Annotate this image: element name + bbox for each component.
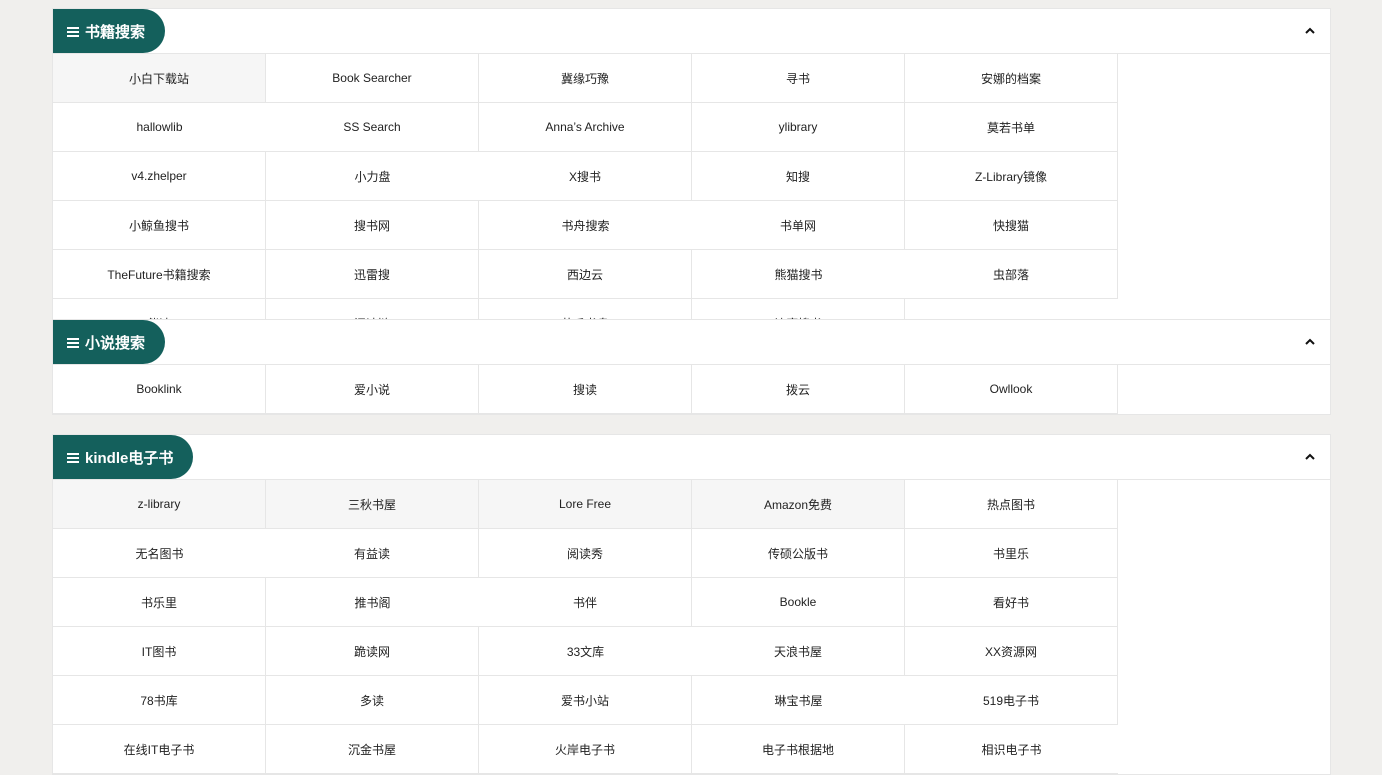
section-book-search: 书籍搜索 小白下载站 Book Searcher 冀缘巧豫 寻书 安娜的档案 h… bbox=[52, 8, 1331, 349]
link-grid: 小白下载站 Book Searcher 冀缘巧豫 寻书 安娜的档案 hallow… bbox=[53, 54, 1330, 348]
chevron-up-icon[interactable] bbox=[1304, 451, 1316, 463]
grid-item[interactable]: Booklink bbox=[53, 365, 266, 414]
grid-item[interactable]: 33文库 bbox=[479, 627, 692, 676]
section-novel-search: 小说搜索 Booklink 爱小说 搜读 拨云 Owllook bbox=[52, 319, 1331, 415]
grid-item[interactable]: Book Searcher bbox=[266, 54, 479, 103]
menu-icon bbox=[67, 452, 79, 463]
grid-item[interactable]: 三秋书屋 bbox=[266, 480, 479, 529]
section-title-tab: 小说搜索 bbox=[53, 320, 166, 364]
grid-item[interactable]: 看好书 bbox=[905, 578, 1118, 627]
grid-item[interactable]: 书伴 bbox=[479, 578, 692, 627]
grid-item[interactable]: 书舟搜索 bbox=[479, 201, 692, 250]
grid-item[interactable]: 虫部落 bbox=[905, 250, 1118, 299]
section-title-tab: kindle电子书 bbox=[53, 435, 194, 479]
grid-item[interactable]: 琳宝书屋 bbox=[692, 676, 905, 725]
grid-item[interactable]: 沉金书屋 bbox=[266, 725, 479, 774]
grid-item[interactable]: 热点图书 bbox=[905, 480, 1118, 529]
menu-icon bbox=[67, 26, 79, 37]
grid-item[interactable]: 莫若书单 bbox=[905, 103, 1118, 152]
grid-item[interactable]: 小力盘 bbox=[266, 152, 479, 201]
chevron-up-icon[interactable] bbox=[1304, 25, 1316, 37]
grid-item[interactable]: 拨云 bbox=[692, 365, 905, 414]
grid-item[interactable]: X搜书 bbox=[479, 152, 692, 201]
grid-item[interactable]: ylibrary bbox=[692, 103, 905, 152]
section-title: 小说搜索 bbox=[85, 334, 146, 352]
grid-item[interactable]: 传硕公版书 bbox=[692, 529, 905, 578]
grid-item[interactable]: 冀缘巧豫 bbox=[479, 54, 692, 103]
grid-item[interactable]: 书单网 bbox=[692, 201, 905, 250]
section-kindle-ebooks: kindle电子书 z-library 三秋书屋 Lore Free Amazo… bbox=[52, 434, 1331, 775]
grid-item[interactable]: Bookle bbox=[692, 578, 905, 627]
grid-item[interactable]: 熊猫搜书 bbox=[692, 250, 905, 299]
grid-item[interactable]: 知搜 bbox=[692, 152, 905, 201]
grid-item[interactable]: 跪读网 bbox=[266, 627, 479, 676]
section-header: 书籍搜索 bbox=[53, 9, 1330, 54]
grid-item[interactable]: hallowlib bbox=[53, 103, 266, 152]
grid-item[interactable]: IT图书 bbox=[53, 627, 266, 676]
grid-item[interactable]: 天浪书屋 bbox=[692, 627, 905, 676]
grid-item[interactable]: 多读 bbox=[266, 676, 479, 725]
grid-item[interactable]: 有益读 bbox=[266, 529, 479, 578]
chevron-up-icon[interactable] bbox=[1304, 336, 1316, 348]
grid-item[interactable]: z-library bbox=[53, 480, 266, 529]
section-title: 书籍搜索 bbox=[85, 23, 146, 41]
grid-item[interactable]: 书乐里 bbox=[53, 578, 266, 627]
grid-item[interactable]: 西边云 bbox=[479, 250, 692, 299]
grid-item[interactable]: 安娜的档案 bbox=[905, 54, 1118, 103]
grid-item[interactable]: 阅读秀 bbox=[479, 529, 692, 578]
grid-item[interactable]: Amazon免费 bbox=[692, 480, 905, 529]
grid-item[interactable]: Owllook bbox=[905, 365, 1118, 414]
grid-item[interactable]: XX资源网 bbox=[905, 627, 1118, 676]
link-grid: Booklink 爱小说 搜读 拨云 Owllook bbox=[53, 365, 1330, 414]
section-title: kindle电子书 bbox=[85, 449, 174, 467]
grid-item[interactable]: 519电子书 bbox=[905, 676, 1118, 725]
section-title-tab: 书籍搜索 bbox=[53, 9, 166, 53]
grid-item[interactable]: 爱书小站 bbox=[479, 676, 692, 725]
grid-item[interactable]: 在线IT电子书 bbox=[53, 725, 266, 774]
grid-item[interactable]: 搜读 bbox=[479, 365, 692, 414]
grid-item[interactable]: 相识电子书 bbox=[905, 725, 1118, 774]
section-header: 小说搜索 bbox=[53, 320, 1330, 365]
grid-item[interactable]: 火岸电子书 bbox=[479, 725, 692, 774]
grid-item[interactable]: 小鲸鱼搜书 bbox=[53, 201, 266, 250]
grid-item[interactable]: Lore Free bbox=[479, 480, 692, 529]
grid-item[interactable]: TheFuture书籍搜索 bbox=[53, 250, 266, 299]
grid-item[interactable]: Anna’s Archive bbox=[479, 103, 692, 152]
grid-item[interactable]: 快搜猫 bbox=[905, 201, 1118, 250]
grid-item[interactable]: 迅雷搜 bbox=[266, 250, 479, 299]
grid-item[interactable]: SS Search bbox=[266, 103, 479, 152]
grid-item[interactable]: 推书阁 bbox=[266, 578, 479, 627]
grid-item[interactable]: Z-Library镜像 bbox=[905, 152, 1118, 201]
grid-item[interactable]: 无名图书 bbox=[53, 529, 266, 578]
grid-item[interactable]: 爱小说 bbox=[266, 365, 479, 414]
grid-item[interactable]: 书里乐 bbox=[905, 529, 1118, 578]
menu-icon bbox=[67, 337, 79, 348]
link-grid: z-library 三秋书屋 Lore Free Amazon免费 热点图书 无… bbox=[53, 480, 1330, 774]
section-header: kindle电子书 bbox=[53, 435, 1330, 480]
grid-item[interactable]: v4.zhelper bbox=[53, 152, 266, 201]
grid-item[interactable]: 搜书网 bbox=[266, 201, 479, 250]
grid-item[interactable]: 78书库 bbox=[53, 676, 266, 725]
grid-item[interactable]: 小白下载站 bbox=[53, 54, 266, 103]
grid-item[interactable]: 寻书 bbox=[692, 54, 905, 103]
grid-item[interactable]: 电子书根据地 bbox=[692, 725, 905, 774]
page: 书籍搜索 小白下载站 Book Searcher 冀缘巧豫 寻书 安娜的档案 h… bbox=[0, 0, 1382, 775]
